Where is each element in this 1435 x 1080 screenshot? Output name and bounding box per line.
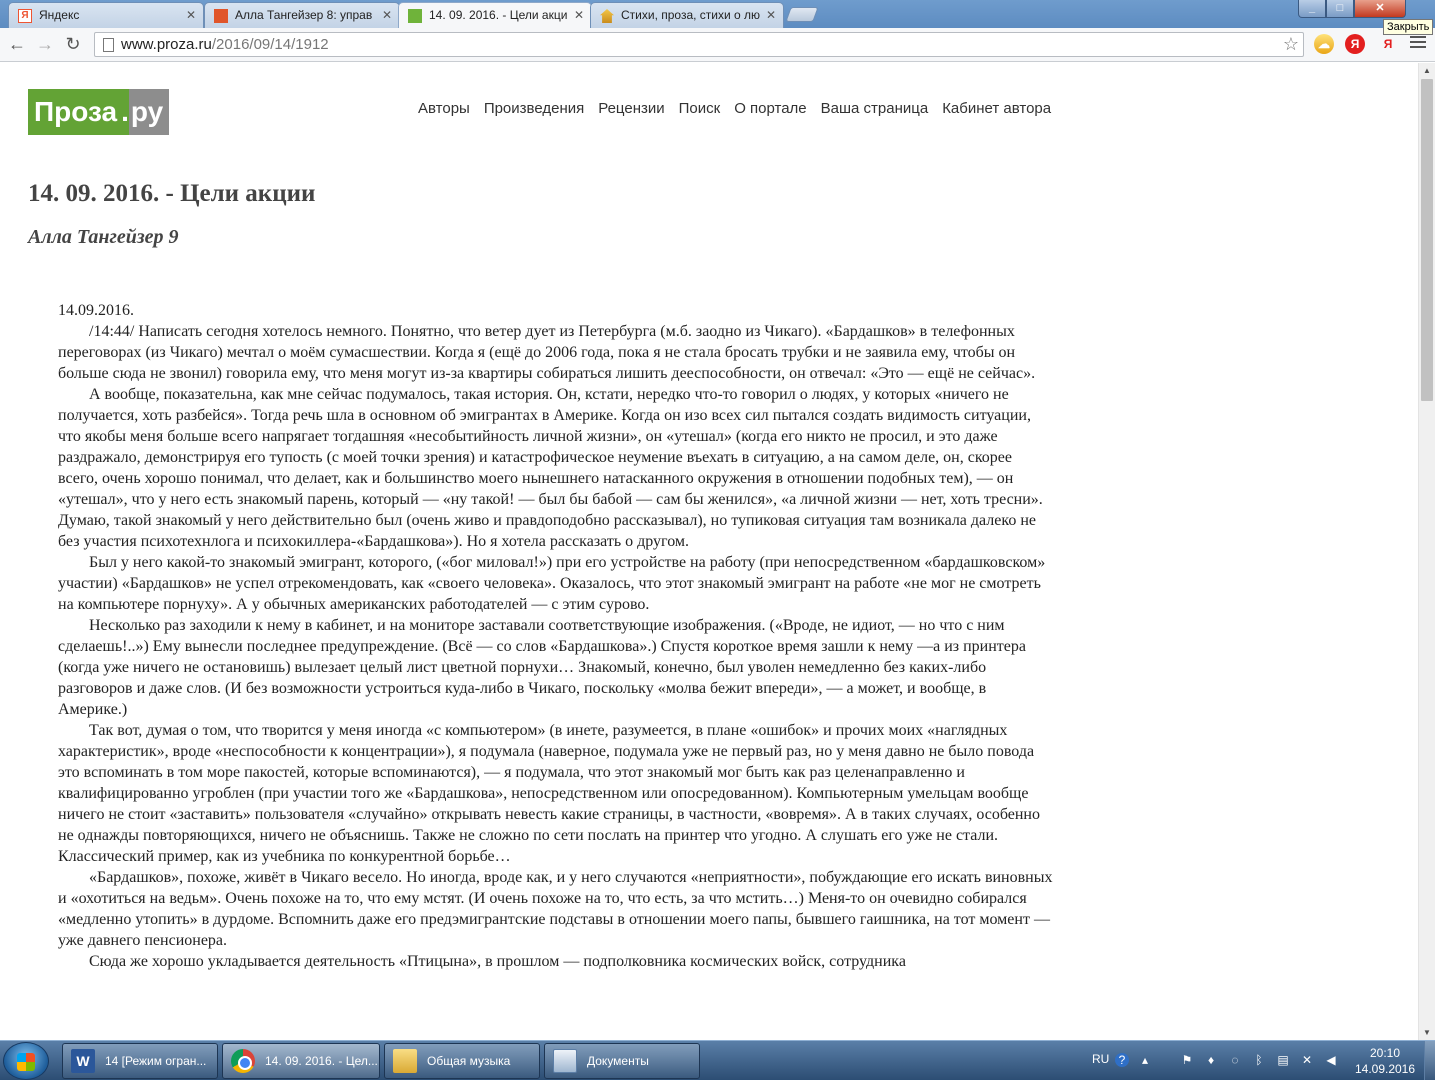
- close-tooltip: Закрыть: [1383, 19, 1434, 35]
- paragraph: /14:44/ Написать сегодня хотелось немног…: [58, 323, 1036, 382]
- taskbar-item-label: 14 [Режим огран...: [105, 1054, 207, 1068]
- tab-close-icon[interactable]: ✕: [382, 3, 392, 27]
- word-icon: W: [71, 1049, 95, 1073]
- tab-label: 14. 09. 2016. - Цели акци: [429, 8, 568, 22]
- taskbar-item-word[interactable]: W 14 [Режим огран...: [62, 1043, 218, 1079]
- language-indicator[interactable]: RU: [1092, 1052, 1109, 1066]
- reload-icon[interactable]: ↻: [62, 33, 84, 55]
- logo-dot: .: [121, 89, 129, 135]
- tab-close-icon[interactable]: ✕: [574, 3, 584, 27]
- tab-alla-tangeizer[interactable]: Алла Тангейзер 8: управ ✕: [204, 2, 400, 28]
- clock-time: 20:10: [1369, 1046, 1401, 1060]
- tray-expand-icon[interactable]: ▴: [1138, 1053, 1152, 1067]
- chrome-menu-icon[interactable]: [1410, 36, 1426, 51]
- app-tray-icon[interactable]: ♦: [1204, 1053, 1218, 1067]
- tab-current-article[interactable]: 14. 09. 2016. - Цели акци ✕: [398, 2, 592, 29]
- taskbar-item-label: Документы: [587, 1054, 649, 1068]
- site-favicon-icon: [214, 9, 228, 23]
- site-logo[interactable]: Проза. ру: [28, 89, 170, 135]
- bookmark-star-icon[interactable]: ☆: [1283, 33, 1299, 56]
- date-line: 14.09.2016.: [58, 302, 134, 319]
- taskbar-item-documents[interactable]: Документы: [544, 1043, 700, 1079]
- tab-label: Яндекс: [39, 8, 80, 22]
- tab-stihi[interactable]: Стихи, проза, стихи о лю ✕: [590, 2, 784, 28]
- nav-search[interactable]: Поиск: [679, 100, 721, 117]
- windows-taskbar: W 14 [Режим огран... 14. 09. 2016. - Цел…: [0, 1040, 1435, 1080]
- nav-your-page[interactable]: Ваша страница: [821, 100, 929, 117]
- page-icon: [103, 38, 114, 52]
- address-bar[interactable]: www.proza.ru/2016/09/14/1912 ☆: [94, 32, 1304, 57]
- minimize-button[interactable]: _: [1298, 0, 1326, 18]
- tab-label: Алла Тангейзер 8: управ: [235, 8, 373, 22]
- site-nav: Авторы Произведения Рецензии Поиск О пор…: [418, 100, 1051, 117]
- scroll-up-icon[interactable]: ▲: [1423, 66, 1431, 75]
- nav-authors[interactable]: Авторы: [418, 100, 470, 117]
- nav-works[interactable]: Произведения: [484, 100, 584, 117]
- help-icon[interactable]: ?: [1115, 1053, 1129, 1067]
- maximize-button[interactable]: □: [1326, 0, 1354, 18]
- house-favicon-icon: [600, 9, 614, 23]
- logo-main: Проза: [28, 89, 122, 135]
- action-center-icon[interactable]: ⚑: [1180, 1053, 1194, 1067]
- url-host: www.proza.ru: [121, 36, 212, 53]
- taskbar-item-chrome[interactable]: 14. 09. 2016. - Цел...: [222, 1043, 380, 1079]
- yandex-favicon-icon: Я: [18, 9, 32, 23]
- tab-label: Стихи, проза, стихи о лю: [621, 8, 761, 22]
- sync-icon[interactable]: ◌: [1228, 1053, 1242, 1067]
- start-button[interactable]: [3, 1042, 49, 1080]
- logo-tld: ру: [128, 89, 170, 135]
- clock-date: 14.09.2016: [1354, 1062, 1416, 1076]
- paragraph: Так вот, думая о том, что творится у мен…: [58, 722, 1040, 865]
- documents-icon: [553, 1049, 577, 1073]
- url-path: /2016/09/14/1912: [211, 36, 329, 53]
- proza-favicon-icon: [408, 9, 422, 23]
- show-desktop-button[interactable]: [1424, 1041, 1435, 1080]
- author-link[interactable]: Алла Тангейзер 9: [28, 226, 179, 249]
- volume-icon[interactable]: ◀: [1324, 1053, 1338, 1067]
- page-viewport: Проза. ру Авторы Произведения Рецензии По…: [0, 63, 1418, 1040]
- new-tab-button[interactable]: [785, 7, 819, 22]
- yandex-extension-icon[interactable]: Я: [1345, 34, 1365, 54]
- article-body: 14.09.2016. /14:44/ Написать сегодня хот…: [58, 300, 1054, 972]
- tab-yandex[interactable]: Я Яндекс ✕: [8, 2, 204, 28]
- yandex-bar-icon[interactable]: Я: [1378, 34, 1398, 54]
- taskbar-item-label: 14. 09. 2016. - Цел...: [265, 1054, 378, 1068]
- back-arrow-icon[interactable]: ←: [6, 33, 28, 55]
- folder-icon: [393, 1049, 417, 1073]
- url-text[interactable]: www.proza.ru/2016/09/14/1912: [121, 35, 329, 55]
- taskbar-item-music[interactable]: Общая музыка: [384, 1043, 540, 1079]
- scrollbar-thumb[interactable]: [1421, 79, 1433, 401]
- paragraph: Несколько раз заходили к нему в кабинет,…: [58, 617, 1026, 718]
- tab-close-icon[interactable]: ✕: [766, 3, 776, 27]
- nav-author-cabinet[interactable]: Кабинет автора: [942, 100, 1051, 117]
- paragraph: Был у него какой-то знакомый эмигрант, к…: [58, 554, 1046, 613]
- tab-close-icon[interactable]: ✕: [186, 3, 196, 27]
- page-title: 14. 09. 2016. - Цели акции: [28, 180, 316, 207]
- bluetooth-icon[interactable]: ᛒ: [1252, 1053, 1266, 1067]
- extension-cloud-icon[interactable]: ☁: [1314, 34, 1334, 54]
- windows-logo-icon: [17, 1053, 35, 1071]
- network-icon[interactable]: ▤: [1276, 1053, 1290, 1067]
- page-scrollbar[interactable]: ▲ ▼: [1418, 63, 1435, 1040]
- network-status-icon[interactable]: ✕: [1300, 1053, 1314, 1067]
- browser-tab-strip: Я Яндекс ✕ Алла Тангейзер 8: управ ✕ 14.…: [0, 0, 1435, 29]
- taskbar-item-label: Общая музыка: [427, 1054, 511, 1068]
- browser-toolbar: ← → ↻ www.proza.ru/2016/09/14/1912 ☆ ☁ Я…: [0, 28, 1435, 62]
- paragraph: Сюда же хорошо укладывается деятельность…: [89, 953, 906, 970]
- scroll-down-icon[interactable]: ▼: [1423, 1028, 1431, 1037]
- chrome-icon: [231, 1049, 255, 1073]
- paragraph: «Бардашков», похоже, живёт в Чикаго весе…: [58, 869, 1053, 949]
- nav-about[interactable]: О портале: [734, 100, 806, 117]
- paragraph: А вообще, показательна, как мне сейчас п…: [58, 386, 1043, 550]
- system-clock[interactable]: 20:10 14.09.2016: [1352, 1045, 1418, 1077]
- nav-reviews[interactable]: Рецензии: [598, 100, 664, 117]
- forward-arrow-icon[interactable]: →: [34, 33, 56, 55]
- close-window-button[interactable]: ✕: [1354, 0, 1406, 18]
